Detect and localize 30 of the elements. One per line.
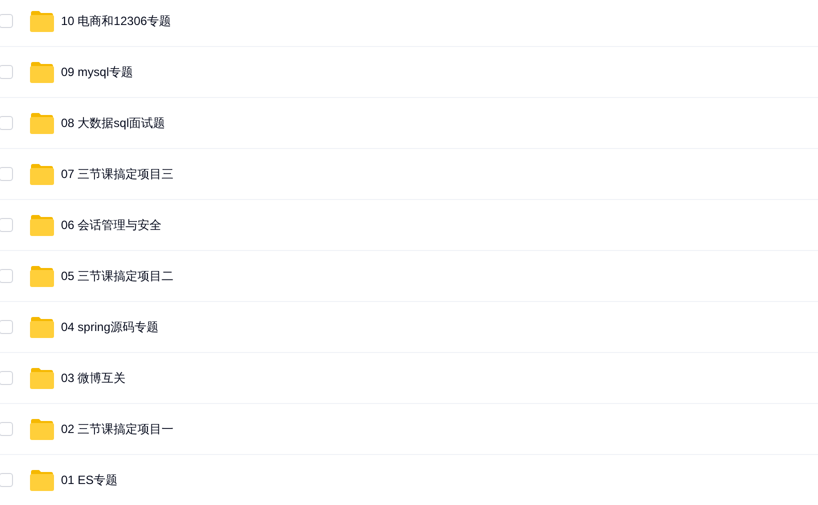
checkbox[interactable] [0, 269, 13, 283]
folder-icon [30, 470, 54, 490]
folder-name[interactable]: 01 ES专题 [61, 471, 118, 489]
checkbox[interactable] [0, 218, 13, 232]
folder-icon [30, 164, 54, 184]
folder-icon [30, 266, 54, 286]
folder-name[interactable]: 06 会话管理与安全 [61, 216, 162, 234]
checkbox[interactable] [0, 320, 13, 334]
checkbox[interactable] [0, 422, 13, 436]
checkbox[interactable] [0, 371, 13, 385]
folder-icon [30, 112, 54, 134]
folder-icon [30, 418, 54, 440]
folder-icon [30, 10, 54, 32]
folder-name[interactable]: 08 大数据sql面试题 [61, 114, 166, 132]
folder-name[interactable]: 02 三节课搞定项目一 [61, 420, 174, 438]
folder-name[interactable]: 05 三节课搞定项目二 [61, 267, 174, 285]
folder-icon [30, 368, 54, 388]
folder-name[interactable]: 10 电商和12306专题 [61, 12, 172, 30]
folder-name[interactable]: 09 mysql专题 [61, 63, 134, 81]
checkbox[interactable] [0, 473, 13, 487]
checkbox[interactable] [0, 65, 13, 79]
folder-name[interactable]: 04 spring源码专题 [61, 318, 158, 336]
folder-icon [30, 62, 54, 82]
folder-name[interactable]: 03 微博互关 [61, 369, 126, 387]
folder-icon [30, 316, 54, 338]
folder-icon [30, 214, 54, 236]
folder-name[interactable]: 07 三节课搞定项目三 [61, 165, 174, 183]
checkbox[interactable] [0, 14, 13, 28]
checkbox[interactable] [0, 167, 13, 181]
checkbox[interactable] [0, 116, 13, 130]
